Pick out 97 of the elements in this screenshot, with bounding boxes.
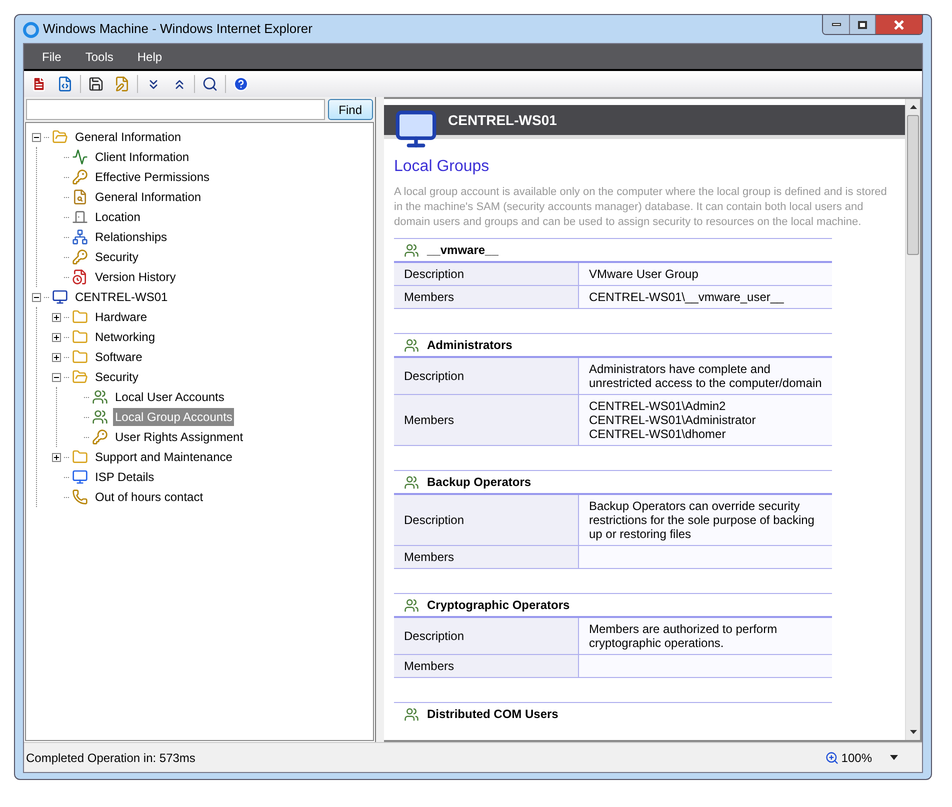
scroll-thumb[interactable] — [907, 115, 919, 255]
search-folder-icon — [72, 189, 88, 205]
tree-item[interactable]: Hardware — [93, 308, 150, 326]
scrollbar[interactable] — [905, 99, 920, 740]
door-icon — [72, 209, 88, 225]
group-name: Backup Operators — [427, 474, 532, 491]
tree-item[interactable]: Version History — [93, 268, 178, 286]
table-cell: Description — [394, 358, 579, 394]
tree-item[interactable]: Relationships — [93, 228, 170, 246]
tree-item[interactable]: General Information — [73, 128, 184, 146]
tree-item[interactable]: Software — [93, 348, 144, 366]
folder-icon — [72, 329, 88, 345]
minimize-button[interactable] — [823, 15, 850, 34]
expand-icon[interactable] — [52, 312, 61, 322]
tree-item[interactable]: Local User Accounts — [113, 388, 226, 406]
scroll-down-icon — [910, 730, 916, 734]
open-folder-icon — [52, 129, 68, 145]
network-computer-icon — [72, 469, 88, 485]
users-icon — [404, 474, 419, 490]
group-name: __vmware__ — [427, 242, 498, 259]
key-icon — [72, 249, 88, 265]
machine-name: CENTREL-WS01 — [448, 110, 557, 130]
tree-item[interactable]: CENTREL-WS01 — [73, 288, 170, 306]
tree-item[interactable]: User Rights Assignment — [113, 428, 246, 446]
tree-item[interactable]: Out of hours contact — [93, 488, 206, 506]
collapse-icon[interactable] — [32, 132, 41, 142]
table-cell: VMware User Group — [579, 263, 832, 285]
search-icon — [202, 76, 218, 92]
table-cell: Members — [394, 655, 579, 677]
folder-icon — [72, 449, 88, 465]
table-cell: Description — [394, 618, 579, 654]
search-field[interactable] — [26, 99, 325, 120]
menu-item[interactable]: File — [30, 48, 74, 66]
save-icon — [88, 76, 104, 92]
phone-icon — [72, 489, 88, 505]
section-description: A local group account is available only on the computer where the local group is defined and is stored in the machine's SAM (security accounts manager) database. It can contain both local users and domain users and groups and can be used to assign security to resources on the local machine. — [394, 185, 888, 230]
folder-icon — [72, 309, 88, 325]
expand-icon[interactable] — [52, 352, 61, 362]
section-heading: Local Groups — [394, 157, 490, 177]
dropdown-caret-icon[interactable] — [890, 755, 898, 760]
table-cell: Members — [394, 286, 579, 308]
computer-icon — [52, 289, 68, 305]
tree-item[interactable]: Security — [93, 368, 140, 386]
users-icon — [92, 389, 108, 405]
help-icon — [233, 76, 249, 92]
maximize-button[interactable] — [850, 15, 876, 34]
scroll-up-icon — [910, 105, 916, 109]
menu-item[interactable]: Tools — [73, 48, 126, 66]
users-icon — [92, 409, 108, 425]
browser-logo-icon — [23, 22, 39, 38]
table-cell: Backup Operators can override security restrictions for the sole purpose of backing up or restoring files — [579, 495, 832, 545]
tree-item[interactable]: Local Group Accounts — [113, 408, 234, 426]
version-icon — [72, 269, 88, 285]
table-cell: Members — [394, 395, 579, 445]
group-name: Cryptographic Operators — [427, 597, 570, 614]
key-icon — [72, 169, 88, 185]
menu-item[interactable]: Help — [125, 48, 174, 66]
open-folder-icon — [72, 369, 88, 385]
tree-item[interactable]: Client Information — [93, 148, 192, 166]
tree-item[interactable]: Security — [93, 248, 140, 266]
group-name: Administrators — [427, 337, 512, 354]
table-cell: Description — [394, 495, 579, 545]
chart-icon — [72, 149, 88, 165]
collapse-icon[interactable] — [52, 372, 61, 382]
key-icon — [92, 429, 108, 445]
pdf-icon — [31, 76, 47, 92]
table-cell: CENTREL-WS01\Admin2 CENTREL-WS01\Administrator CENTREL-WS01\dhomer — [579, 395, 832, 445]
collapse-icon[interactable] — [32, 292, 41, 302]
tree-item[interactable]: General Information — [93, 188, 204, 206]
diagram-icon — [72, 229, 88, 245]
users-icon — [404, 598, 419, 612]
table-cell: Members — [394, 546, 579, 568]
close-button[interactable] — [876, 15, 922, 34]
users-icon — [404, 706, 419, 722]
table-cell: Administrators have complete and unrestricted access to the computer/domain — [579, 358, 832, 394]
tree-item[interactable]: Support and Maintenance — [93, 448, 234, 466]
expand-icon[interactable] — [52, 452, 61, 462]
tree-item[interactable]: Location — [93, 208, 142, 226]
document-icon — [57, 76, 73, 92]
users-icon — [404, 242, 419, 258]
tree-item[interactable]: Effective Permissions — [93, 168, 212, 186]
tree-item[interactable]: Networking — [93, 328, 158, 346]
table-cell: Description — [394, 263, 579, 285]
tree-item[interactable]: ISP Details — [93, 468, 156, 486]
expand-icon[interactable] — [52, 332, 61, 342]
close-icon — [893, 20, 905, 30]
find-button[interactable]: Find — [328, 99, 373, 120]
table-cell: Members are authorized to perform cryptographic operations. — [579, 618, 832, 654]
window-title: Windows Machine - Windows Internet Explorer — [43, 20, 312, 38]
zoom-icon — [825, 750, 840, 764]
group-name: Distributed COM Users — [427, 706, 558, 723]
folder-icon — [72, 349, 88, 365]
zoom-level[interactable]: 100% — [841, 748, 872, 766]
users-icon — [404, 338, 419, 352]
table-cell: CENTREL-WS01\__vmware_user__ — [579, 286, 832, 308]
status-text: Completed Operation in: 573ms — [26, 750, 196, 766]
edit-icon — [114, 76, 130, 92]
